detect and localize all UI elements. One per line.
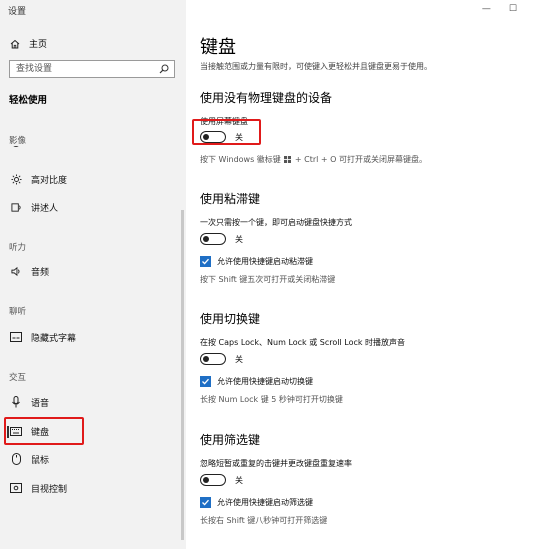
microphone-icon [9, 396, 23, 408]
highlight-box-keyboard [4, 417, 84, 445]
sidebar-item-label: 高对比度 [31, 175, 68, 186]
page-title: 键盘 [200, 37, 236, 58]
sidebar-scrollbar[interactable] [181, 210, 184, 540]
checkbox-checked-icon[interactable] [200, 256, 211, 267]
speaker-icon [9, 266, 23, 277]
onscreen-keyboard-hint: 按下 Windows 徽标键 + Ctrl + O 可打开或关闭屏幕键盘。 [200, 154, 427, 165]
sidebar-item-audio[interactable]: 音频 [9, 263, 49, 279]
sidebar-item-label: 鼠标 [31, 455, 50, 466]
sidebar: 设置 主页 查找设置 轻松使用 影像 ​ [0, 0, 186, 549]
sidebar-item-label: 目视控制 [31, 484, 68, 495]
setting-label-filter-keys: 忽略短暂或重复的击键并更改键盘重复速率 [200, 459, 352, 468]
checkbox-checked-icon[interactable] [200, 497, 211, 508]
toggle-keys-toggle[interactable]: 关 [200, 353, 243, 365]
section-heading-sticky-keys: 使用粘滞键 [200, 192, 261, 206]
sticky-keys-shortcut-checkbox[interactable]: 允许使用快捷键启动粘滞键 [200, 256, 313, 267]
section-heading-onscreen-keyboard: 使用没有物理键盘的设备 [200, 91, 333, 105]
sidebar-item-label: 隐藏式字幕 [31, 333, 77, 344]
partial-nav-item: ​ [9, 146, 69, 154]
filter-keys-toggle[interactable]: 关 [200, 474, 243, 486]
category-captions: 聊听 [9, 307, 27, 317]
windows-logo-icon [284, 156, 292, 163]
magnifier-icon [9, 146, 23, 148]
hint-text-end: + Ctrl + O 可打开或关闭屏幕键盘。 [294, 155, 427, 164]
toggle-switch[interactable] [200, 233, 226, 245]
mouse-icon [9, 453, 23, 465]
toggle-switch[interactable] [200, 353, 226, 365]
sidebar-item-label: 语音 [31, 398, 50, 409]
toggle-state-label: 关 [235, 234, 243, 244]
toggle-switch[interactable] [200, 474, 226, 486]
narrator-icon [9, 202, 23, 213]
category-hearing: 听力 [9, 243, 27, 253]
sidebar-item-high-contrast[interactable]: 高对比度 [9, 171, 67, 187]
main-content: 键盘 当接触范围或力量有限时，可使键入更轻松并且键盘更易于使用。 使用没有物理键… [192, 0, 537, 549]
sidebar-item-eye-control[interactable]: 目视控制 [9, 480, 67, 496]
toggle-state-label: 关 [235, 132, 243, 142]
section-heading-toggle-keys: 使用切换键 [200, 312, 261, 326]
filter-keys-hint: 长按右 Shift 键八秒钟可打开筛选键 [200, 516, 328, 525]
sidebar-item-label: 音频 [31, 267, 50, 278]
home-label: 主页 [29, 40, 48, 50]
caption-icon [9, 332, 23, 342]
home-link[interactable]: 主页 [10, 37, 47, 50]
sidebar-item-speech[interactable]: 语音 [9, 394, 49, 410]
sticky-keys-toggle[interactable]: 关 [200, 233, 243, 245]
home-icon [10, 39, 20, 48]
category-vision: 影像 [9, 136, 27, 146]
hint-text-start: 按下 Windows 徽标键 [200, 155, 281, 164]
onscreen-keyboard-toggle[interactable]: 关 [200, 131, 243, 143]
search-icon[interactable] [159, 64, 169, 74]
sun-icon [9, 173, 23, 185]
section-title: 轻松使用 [9, 95, 48, 106]
checkbox-label: 允许使用快捷键启动粘滞键 [217, 257, 313, 266]
page-description: 当接触范围或力量有限时，可使键入更轻松并且键盘更易于使用。 [200, 62, 432, 71]
sidebar-item-captions[interactable]: 隐藏式字幕 [9, 329, 76, 345]
checkbox-label: 允许使用快捷键启动筛选键 [217, 498, 313, 507]
sticky-keys-hint: 按下 Shift 键五次可打开或关闭粘滞键 [200, 275, 336, 284]
checkbox-checked-icon[interactable] [200, 376, 211, 387]
sidebar-item-mouse[interactable]: 鼠标 [9, 451, 49, 467]
checkbox-label: 允许使用快捷键启动切换键 [217, 377, 313, 386]
setting-label-toggle-keys: 在按 Caps Lock、Num Lock 或 Scroll Lock 时播放声… [200, 338, 406, 347]
toggle-state-label: 关 [235, 354, 243, 364]
category-interaction: 交互 [9, 373, 27, 383]
filter-keys-shortcut-checkbox[interactable]: 允许使用快捷键启动筛选键 [200, 497, 313, 508]
toggle-state-label: 关 [235, 475, 243, 485]
window-title: 设置 [8, 7, 27, 17]
sidebar-item-label: 讲述人 [31, 203, 59, 214]
eye-control-icon [9, 483, 23, 493]
setting-label-sticky-keys: 一次只需按一个键，即可启动键盘快捷方式 [200, 218, 352, 227]
search-input[interactable]: 查找设置 [9, 60, 175, 78]
toggle-switch[interactable] [200, 131, 226, 143]
toggle-keys-hint: 长按 Num Lock 键 5 秒钟可打开切换键 [200, 395, 343, 404]
toggle-keys-shortcut-checkbox[interactable]: 允许使用快捷键启动切换键 [200, 376, 313, 387]
sidebar-item-narrator[interactable]: 讲述人 [9, 199, 58, 215]
search-placeholder: 查找设置 [16, 64, 53, 74]
section-heading-filter-keys: 使用筛选键 [200, 433, 261, 447]
